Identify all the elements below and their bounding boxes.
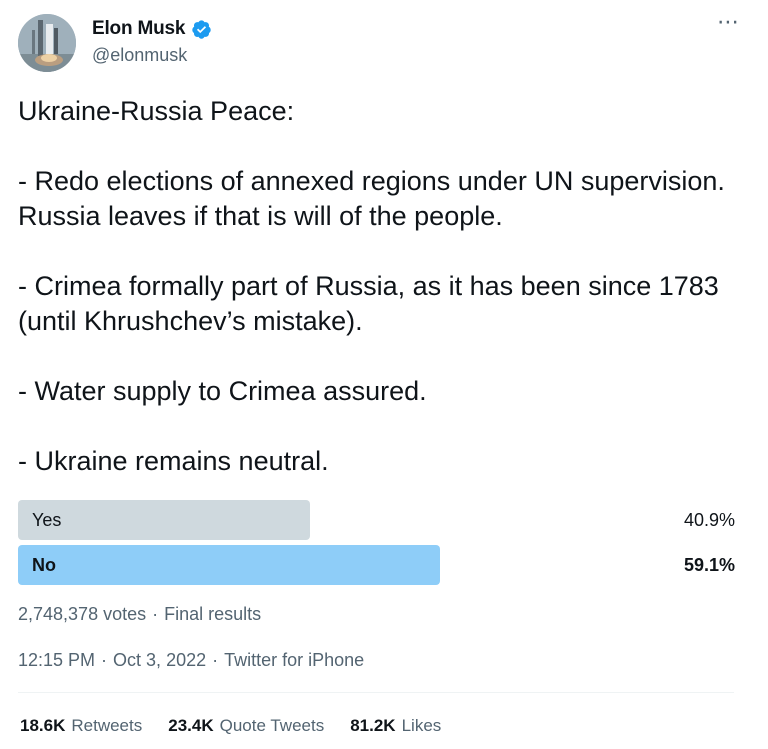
timestamp-time[interactable]: 12:15 PM: [18, 650, 95, 670]
poll-option-no: No 59.1%: [18, 545, 735, 585]
separator-dot: ·: [212, 650, 219, 670]
author-display-name[interactable]: Elon Musk: [92, 18, 185, 40]
separator-dot: ·: [101, 650, 108, 670]
tweet-card: Elon Musk @elonmusk ⋯ Ukraine-Russia Pea…: [0, 0, 768, 749]
poll-option-label: Yes: [32, 510, 62, 530]
more-options-icon[interactable]: ⋯: [717, 11, 740, 33]
stat-label: Quote Tweets: [219, 716, 325, 735]
stat-label: Retweets: [71, 716, 143, 735]
stat-count: 81.2K: [350, 716, 396, 735]
tweet-line: - Water supply to Crimea assured.: [18, 376, 427, 406]
likes-stat[interactable]: 81.2K Likes: [350, 716, 441, 736]
divider: [18, 692, 734, 693]
separator-dot: ·: [152, 604, 159, 624]
timestamp-date[interactable]: Oct 3, 2022: [113, 650, 206, 670]
author-handle[interactable]: @elonmusk: [92, 45, 187, 66]
stat-count: 23.4K: [168, 716, 214, 735]
rocket-launch-photo-icon: [18, 14, 76, 72]
tweet-line: Ukraine-Russia Peace:: [18, 96, 295, 126]
tweet-line: - Crimea formally part of Russia, as it …: [18, 271, 727, 336]
poll-bar: [18, 500, 310, 540]
poll-bar: [18, 545, 440, 585]
tweet-line: - Ukraine remains neutral.: [18, 446, 329, 476]
engagement-stats: 18.6K Retweets 23.4K Quote Tweets 81.2K …: [20, 716, 441, 736]
poll-status: Final results: [164, 604, 262, 624]
poll-option-yes: Yes 40.9%: [18, 500, 735, 540]
poll-option-percent: 40.9%: [683, 510, 735, 530]
tweet-text: Ukraine-Russia Peace: - Redo elections o…: [18, 94, 753, 479]
stat-count: 18.6K: [20, 716, 66, 735]
poll-summary: 2,748,378 votes · Final results: [18, 604, 261, 625]
tweet-source[interactable]: Twitter for iPhone: [224, 650, 364, 670]
poll-votes: 2,748,378 votes: [18, 604, 147, 624]
verified-badge-icon: [192, 19, 211, 39]
retweets-stat[interactable]: 18.6K Retweets: [20, 716, 142, 736]
poll-option-percent: 59.1%: [683, 555, 735, 575]
quote-tweets-stat[interactable]: 23.4K Quote Tweets: [168, 716, 324, 736]
tweet-line: - Redo elections of annexed regions unde…: [18, 166, 733, 231]
poll-option-label: No: [32, 555, 56, 575]
avatar[interactable]: [18, 14, 76, 72]
tweet-timestamp: 12:15 PM · Oct 3, 2022 · Twitter for iPhone: [18, 650, 364, 671]
stat-label: Likes: [401, 716, 442, 735]
